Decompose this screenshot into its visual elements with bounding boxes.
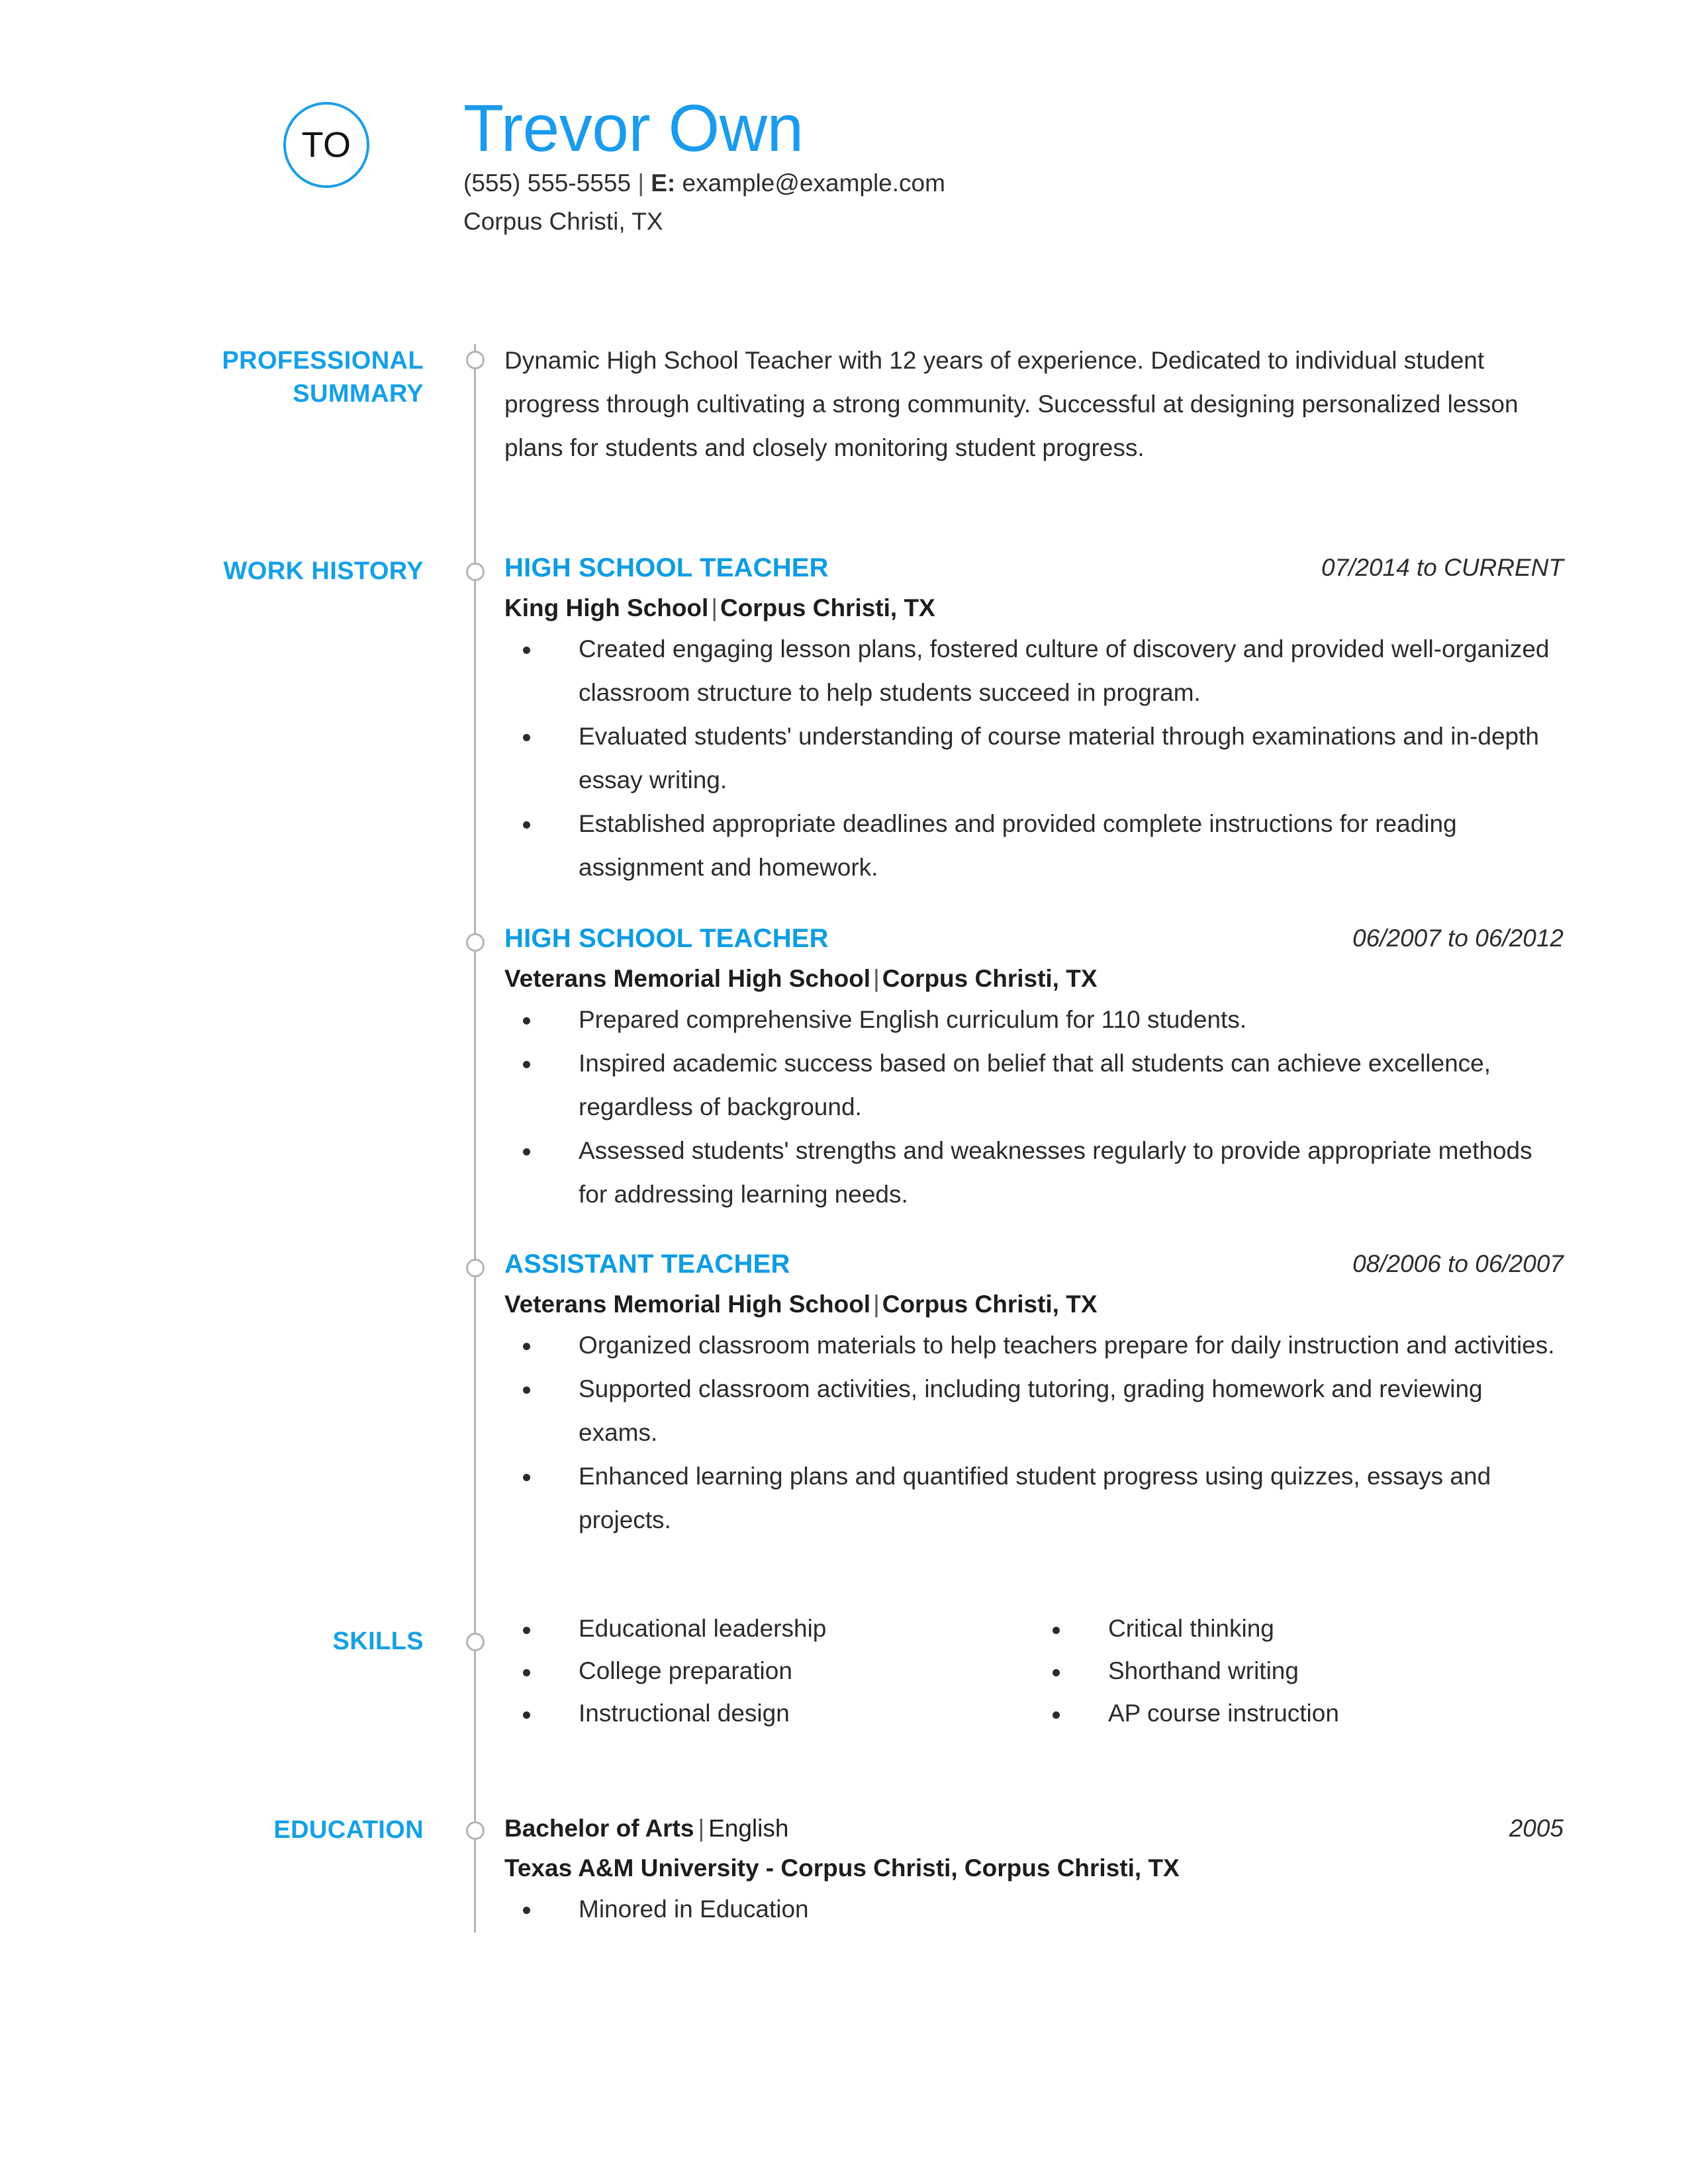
job-title-3: ASSISTANT TEACHER	[504, 1250, 790, 1279]
skills-column-left: Educational leadership College preparati…	[504, 1608, 1034, 1735]
education-header: Bachelor of Arts | English 2005	[504, 1811, 1564, 1849]
job-dates-1: 07/2014 to CURRENT	[1321, 554, 1564, 581]
skills-list-left: Educational leadership College preparati…	[504, 1608, 1034, 1735]
job-header-1: HIGH SCHOOL TEACHER 07/2014 to CURRENT	[504, 551, 1564, 589]
job-location-3: Corpus Christi, TX	[882, 1291, 1098, 1318]
education-body: Bachelor of Arts | English 2005 Texas A&M …	[504, 1811, 1564, 1931]
resume-page: TO Trevor Own (555) 555-5555 | E: exampl…	[0, 0, 1688, 2184]
section-label-line-1: PROFESSIONAL	[222, 347, 424, 375]
list-item: Inspired academic success based on belie…	[504, 1042, 1564, 1129]
list-item: AP course instruction	[1034, 1692, 1564, 1735]
job-company-separator-2: |	[873, 965, 880, 992]
section-label-professional-summary: PROFESSIONAL SUMMARY	[119, 344, 424, 410]
list-item: Assessed students' strengths and weaknes…	[504, 1129, 1564, 1216]
job-entry-1: HIGH SCHOOL TEACHER 07/2014 to CURRENT K…	[504, 551, 1564, 889]
job-company-name-2: Veterans Memorial High School	[504, 965, 871, 992]
job-company-3: Veterans Memorial High School | Corpus Chr…	[504, 1285, 1564, 1324]
summary-text: Dynamic High School Teacher with 12 year…	[504, 347, 1519, 461]
job-bullets-1: Created engaging lesson plans, fostered …	[504, 627, 1564, 889]
timeline-node-skills	[466, 1633, 485, 1651]
timeline-rail	[474, 344, 476, 1933]
job-company-name-3: Veterans Memorial High School	[504, 1291, 871, 1318]
monogram-badge: TO	[283, 102, 369, 188]
monogram-initials: TO	[301, 125, 352, 165]
list-item: Established appropriate deadlines and pr…	[504, 802, 1564, 889]
email-label: E:	[651, 169, 676, 197]
skills-list-right: Critical thinking Shorthand writing AP c…	[1034, 1608, 1564, 1735]
job-company-1: King High School | Corpus Christi, TX	[504, 589, 1564, 627]
list-item: Educational leadership	[504, 1608, 1034, 1650]
list-item: Minored in Education	[504, 1888, 1564, 1931]
job-entry-3: ASSISTANT TEACHER 08/2006 to 06/2007 Vet…	[504, 1247, 1564, 1542]
timeline-node-job-3	[466, 1259, 485, 1277]
name-and-contact-block: Trevor Own (555) 555-5555 | E: example@e…	[463, 93, 945, 241]
job-dates-3: 08/2006 to 06/2007	[1352, 1250, 1564, 1277]
list-item: College preparation	[504, 1650, 1034, 1692]
list-item: Supported classroom activities, includin…	[504, 1367, 1564, 1455]
skills-columns: Educational leadership College preparati…	[504, 1608, 1577, 1735]
contact-separator: |	[637, 169, 644, 197]
list-item: Evaluated students' understanding of cou…	[504, 715, 1564, 802]
list-item: Created engaging lesson plans, fostered …	[504, 627, 1564, 715]
summary-body: Dynamic High School Teacher with 12 year…	[504, 339, 1564, 470]
skills-column-right: Critical thinking Shorthand writing AP c…	[1034, 1608, 1564, 1735]
education-major: English	[708, 1815, 789, 1842]
job-entry-2: HIGH SCHOOL TEACHER 06/2007 to 06/2012 V…	[504, 921, 1564, 1216]
education-degree-line: Bachelor of Arts | English	[504, 1811, 788, 1846]
education-degree: Bachelor of Arts	[504, 1815, 694, 1842]
education-separator: |	[698, 1815, 705, 1842]
job-company-separator-1: |	[711, 594, 718, 621]
job-company-2: Veterans Memorial High School | Corpus Chr…	[504, 960, 1564, 998]
timeline-node-summary	[466, 351, 485, 369]
education-year: 2005	[1509, 1815, 1564, 1842]
section-label-education: EDUCATION	[273, 1816, 424, 1844]
list-item: Organized classroom materials to help te…	[504, 1324, 1564, 1367]
job-company-name-1: King High School	[504, 594, 709, 621]
job-title-2: HIGH SCHOOL TEACHER	[504, 924, 829, 953]
job-location-2: Corpus Christi, TX	[882, 965, 1098, 992]
section-label-skills: SKILLS	[332, 1627, 424, 1655]
job-header-2: HIGH SCHOOL TEACHER 06/2007 to 06/2012	[504, 921, 1564, 960]
page-title: Trevor Own	[463, 91, 804, 165]
location-line: Corpus Christi, TX	[463, 208, 663, 235]
job-dates-2: 06/2007 to 06/2012	[1352, 925, 1564, 952]
timeline-node-job-2	[466, 933, 485, 952]
list-item: Shorthand writing	[1034, 1650, 1564, 1692]
contact-line-primary: (555) 555-5555 | E: example@example.com	[463, 164, 945, 203]
skills-body: Educational leadership College preparati…	[504, 1608, 1577, 1735]
job-location-1: Corpus Christi, TX	[720, 594, 935, 621]
list-item: Prepared comprehensive English curriculu…	[504, 998, 1564, 1042]
list-item: Instructional design	[504, 1692, 1034, 1735]
list-item: Enhanced learning plans and quantified s…	[504, 1455, 1564, 1542]
section-label-line-2: SUMMARY	[293, 380, 424, 408]
email-address: example@example.com	[682, 169, 945, 197]
list-item: Critical thinking	[1034, 1608, 1564, 1650]
timeline-node-education	[466, 1821, 485, 1840]
education-bullets: Minored in Education	[504, 1888, 1564, 1931]
job-header-3: ASSISTANT TEACHER 08/2006 to 06/2007	[504, 1247, 1564, 1285]
job-bullets-3: Organized classroom materials to help te…	[504, 1324, 1564, 1542]
resume-header: TO Trevor Own (555) 555-5555 | E: exampl…	[0, 0, 1688, 311]
timeline-node-job-1	[466, 563, 485, 581]
phone-number: (555) 555-5555	[463, 169, 632, 197]
education-school: Texas A&M University - Corpus Christi, C…	[504, 1854, 1180, 1882]
job-title-1: HIGH SCHOOL TEACHER	[504, 553, 829, 582]
job-bullets-2: Prepared comprehensive English curriculu…	[504, 998, 1564, 1216]
job-company-separator-3: |	[873, 1291, 880, 1318]
section-label-work-history: WORK HISTORY	[223, 557, 424, 585]
